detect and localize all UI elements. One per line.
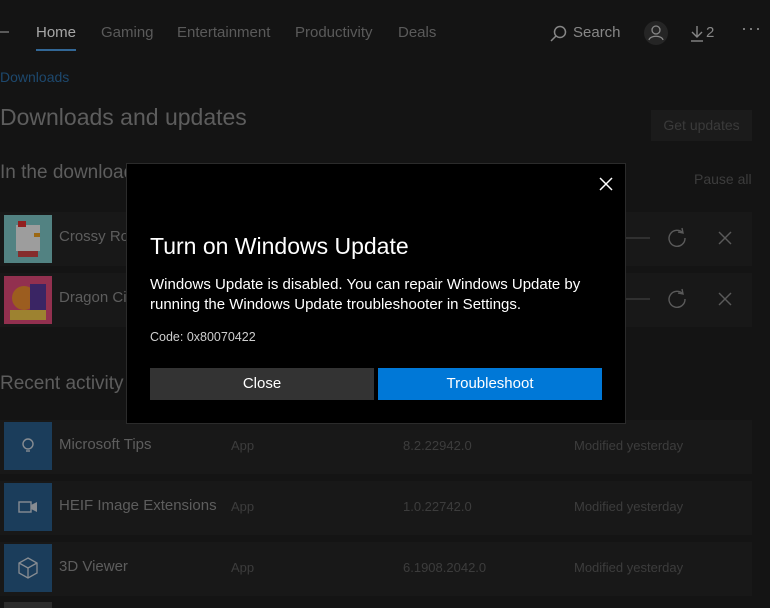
troubleshoot-button[interactable]: Troubleshoot xyxy=(378,368,602,400)
close-button[interactable]: Close xyxy=(150,368,374,400)
close-icon[interactable] xyxy=(597,175,615,193)
dialog-title: Turn on Windows Update xyxy=(150,233,409,259)
windows-update-dialog: Turn on Windows Update Windows Update is… xyxy=(126,163,626,424)
error-code: Code: 0x80070422 xyxy=(150,330,256,344)
dialog-message: Windows Update is disabled. You can repa… xyxy=(150,276,581,313)
